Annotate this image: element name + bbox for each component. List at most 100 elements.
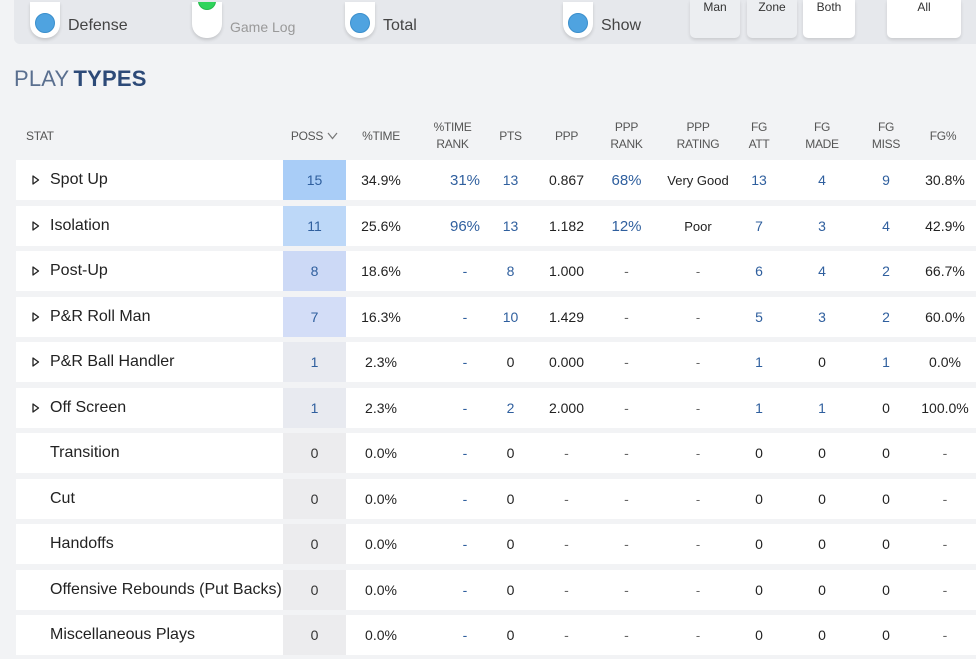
cell-poss: 0	[283, 570, 346, 610]
col-time-rank[interactable]: %TIME RANK	[416, 112, 489, 160]
cell-pts[interactable]: 13	[489, 206, 532, 246]
cell-ppp-rating-value: Poor	[684, 218, 712, 234]
zone-button[interactable]: Zone	[747, 0, 797, 38]
cell-ppp-rank[interactable]: 68%	[601, 160, 652, 200]
cell-play-type[interactable]: Spot Up	[32, 160, 282, 200]
cell-poss[interactable]: 1	[283, 388, 346, 428]
col-fg-miss[interactable]: FG MISS	[854, 112, 918, 160]
cell-play-type[interactable]: Off Screen	[32, 388, 282, 428]
cell-poss[interactable]: 8	[283, 251, 346, 291]
radio-knob[interactable]	[563, 2, 593, 38]
gamelog-radio[interactable]: Game Log	[192, 0, 295, 40]
cell-fg-miss[interactable]: 9	[854, 160, 918, 200]
cell-poss[interactable]: 11	[283, 206, 346, 246]
cell-ppp-value: 1.429	[548, 309, 585, 325]
cell-pts-value: 13	[502, 218, 519, 234]
col-fg-made[interactable]: FG MADE	[790, 112, 854, 160]
table-row[interactable]: Post-Up 8 18.6% - 8 1.000 - - 6 4 2 66.7%	[16, 251, 976, 291]
cell-pts[interactable]: 13	[489, 160, 532, 200]
cell-fg-miss[interactable]: 4	[854, 206, 918, 246]
cell-fg-att[interactable]: 6	[744, 251, 774, 291]
radio-knob[interactable]	[345, 2, 375, 38]
cell-ppp-rank-value: -	[624, 400, 629, 416]
cell-play-type[interactable]: Isolation	[32, 206, 282, 246]
col-fg-att[interactable]: FG ATT	[744, 112, 774, 160]
expand-caret-icon[interactable]	[32, 221, 40, 231]
cell-time-value: 2.3%	[365, 354, 397, 370]
cell-fg-att[interactable]: 1	[744, 388, 774, 428]
table-row: Cut 0 0.0% - 0 - - - 0 0 0 -	[16, 479, 976, 519]
cell-ppp-value: 1.000	[548, 263, 585, 279]
cell-fg-pct-value: -	[942, 627, 948, 643]
cell-ppp: 2.000	[532, 388, 601, 428]
expand-caret-icon[interactable]	[32, 266, 40, 276]
table-row[interactable]: P&R Roll Man 7 16.3% - 10 1.429 - - 5 3 2 60.0%	[16, 297, 976, 337]
col-poss[interactable]: POSS	[283, 112, 346, 160]
table-row[interactable]: P&R Ball Handler 1 2.3% - 0 0.000 - - 1 0 1 0.0%	[16, 342, 976, 382]
cell-fg-miss[interactable]: 1	[854, 342, 918, 382]
cell-pts[interactable]: 10	[489, 297, 532, 337]
cell-fg-att[interactable]: 1	[744, 342, 774, 382]
expand-caret-icon[interactable]	[32, 403, 40, 413]
cell-play-type: Cut	[32, 479, 282, 519]
cell-pts[interactable]: 2	[489, 388, 532, 428]
cell-pts-value: 0	[506, 536, 515, 552]
cell-ppp-rating-value: -	[695, 309, 701, 325]
cell-fg-made[interactable]: 4	[790, 251, 854, 291]
cell-play-type[interactable]: Post-Up	[32, 251, 282, 291]
cell-ppp: -	[532, 524, 601, 564]
cell-fg-made[interactable]: 1	[790, 388, 854, 428]
show-radio[interactable]: Show	[563, 0, 641, 40]
radio-knob[interactable]	[192, 2, 222, 38]
cell-fg-att[interactable]: 7	[744, 206, 774, 246]
cell-ppp-rating: -	[652, 479, 744, 519]
expand-caret-icon[interactable]	[32, 357, 40, 367]
defense-radio[interactable]: Defense	[30, 0, 128, 40]
cell-fg-att[interactable]: 13	[744, 160, 774, 200]
col-ppp-rating[interactable]: PPP RATING	[652, 112, 744, 160]
cell-play-type[interactable]: P&R Ball Handler	[32, 342, 282, 382]
cell-ppp-rank[interactable]: 12%	[601, 206, 652, 246]
cell-fg-att[interactable]: 5	[744, 297, 774, 337]
cell-ppp-rank: -	[601, 615, 652, 655]
col-time[interactable]: %TIME	[346, 112, 416, 160]
cell-ppp-value: 0.867	[548, 172, 585, 188]
cell-poss[interactable]: 1	[283, 342, 346, 382]
col-stat[interactable]: STAT	[26, 112, 106, 160]
man-button[interactable]: Man	[690, 0, 740, 38]
gamelog-label: Game Log	[230, 19, 296, 35]
all-button[interactable]: All	[887, 0, 961, 38]
play-type-name: Miscellaneous Plays	[50, 626, 195, 643]
cell-play-type[interactable]: P&R Roll Man	[32, 297, 282, 337]
both-button[interactable]: Both	[803, 0, 855, 38]
cell-poss[interactable]: 7	[283, 297, 346, 337]
cell-fg-miss-value: 0	[882, 491, 890, 507]
cell-poss[interactable]: 15	[283, 160, 346, 200]
cell-ppp-rank: -	[601, 342, 652, 382]
col-ppp-rank[interactable]: PPP RANK	[601, 112, 652, 160]
table-row[interactable]: Spot Up 15 34.9% 31% 13 0.867 68% Very Good 13 4 9…	[16, 160, 976, 200]
poss-value: 0	[310, 445, 319, 461]
col-time-rank-line1: %TIME	[433, 120, 472, 134]
table-row[interactable]: Isolation 11 25.6% 96% 13 1.182 12% Poor 7 3 4 42.9…	[16, 206, 976, 246]
cell-fg-made[interactable]: 3	[790, 206, 854, 246]
table-row[interactable]: Off Screen 1 2.3% - 2 2.000 - - 1 1 0 100.0%	[16, 388, 976, 428]
cell-fg-att: 0	[744, 433, 774, 473]
cell-fg-made[interactable]: 4	[790, 160, 854, 200]
col-fg-pct[interactable]: FG%	[918, 112, 968, 160]
radio-knob[interactable]	[30, 2, 60, 38]
col-ppp[interactable]: PPP	[532, 112, 601, 160]
poss-value: 0	[310, 627, 319, 643]
cell-fg-miss[interactable]: 2	[854, 297, 918, 337]
cell-ppp-rating-value: -	[695, 491, 701, 507]
cell-fg-pct: 42.9%	[918, 206, 972, 246]
cell-fg-made-value: 0	[818, 445, 826, 461]
cell-pts[interactable]: 8	[489, 251, 532, 291]
col-pts[interactable]: PTS	[489, 112, 532, 160]
total-radio[interactable]: Total	[345, 0, 417, 40]
expand-caret-icon[interactable]	[32, 312, 40, 322]
expand-caret-icon[interactable]	[32, 175, 40, 185]
cell-fg-made[interactable]: 3	[790, 297, 854, 337]
play-type-name: Off Screen	[50, 399, 127, 416]
cell-fg-miss[interactable]: 2	[854, 251, 918, 291]
